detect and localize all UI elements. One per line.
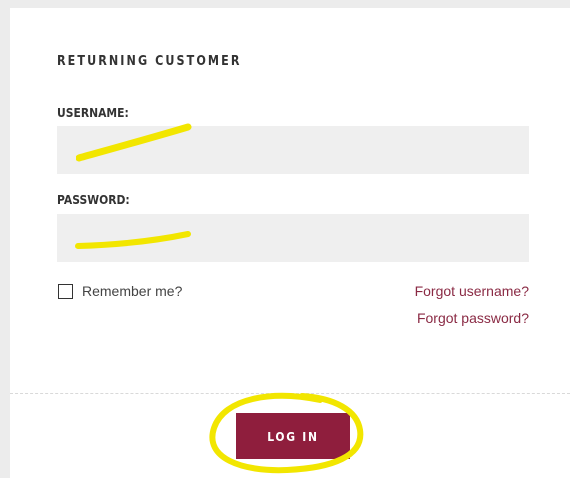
username-label: USERNAME:: [57, 105, 129, 120]
remember-me-label: Remember me?: [82, 283, 183, 299]
remember-me-option[interactable]: Remember me?: [58, 283, 182, 299]
section-title: RETURNING CUSTOMER: [57, 54, 242, 69]
password-input[interactable]: [57, 214, 529, 262]
forgot-password-link[interactable]: Forgot password?: [417, 310, 529, 326]
login-button-label: LOG IN: [267, 428, 319, 444]
password-label: PASSWORD:: [57, 192, 130, 207]
remember-me-checkbox[interactable]: [58, 283, 73, 299]
login-panel: RETURNING CUSTOMER USERNAME: PASSWORD: R…: [10, 8, 570, 478]
username-input[interactable]: [57, 126, 529, 174]
login-button[interactable]: LOG IN: [236, 413, 350, 459]
forgot-username-link[interactable]: Forgot username?: [415, 283, 529, 299]
divider: [10, 393, 570, 394]
